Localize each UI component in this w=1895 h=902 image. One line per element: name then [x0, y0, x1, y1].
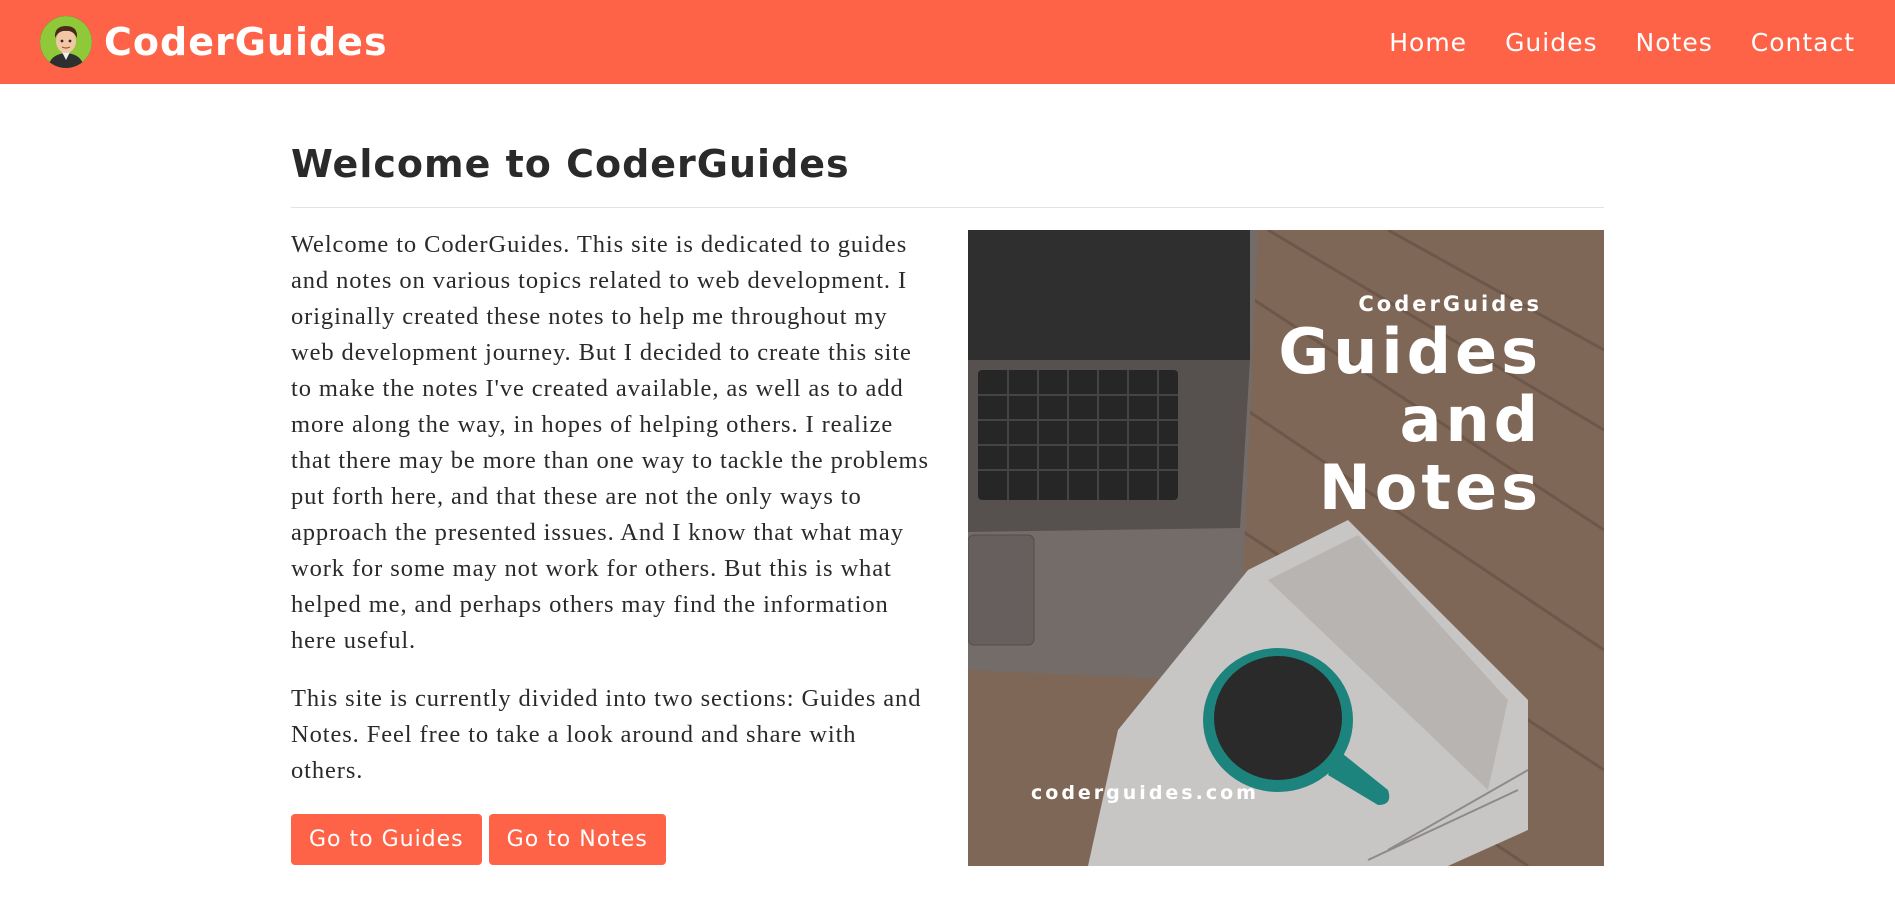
hero-text: CoderGuides Guides and Notes: [1278, 292, 1542, 520]
title-divider: [291, 207, 1604, 208]
hero-url: coderguides.com: [1031, 782, 1259, 804]
sections-paragraph: This site is currently divided into two …: [291, 685, 922, 784]
cta-buttons: Go to Guides Go to Notes: [291, 814, 666, 865]
page-title: Welcome to CoderGuides: [291, 142, 850, 186]
nav-link-contact[interactable]: Contact: [1751, 28, 1855, 57]
intro-paragraph: Welcome to CoderGuides. This site is ded…: [291, 231, 929, 654]
navbar: CoderGuides Home Guides Notes Contact: [0, 0, 1895, 84]
intro-text: Welcome to CoderGuides. This site is ded…: [291, 227, 929, 789]
brand-name: CoderGuides: [104, 20, 388, 64]
go-to-notes-button[interactable]: Go to Notes: [488, 814, 666, 865]
hero-line-guides: Guides: [1278, 315, 1542, 388]
hero-line-and: and: [1399, 383, 1542, 456]
nav-link-notes[interactable]: Notes: [1636, 28, 1713, 57]
nav-link-guides[interactable]: Guides: [1505, 28, 1597, 57]
avatar-logo-icon: [40, 16, 92, 68]
hero-image: CoderGuides Guides and Notes coderguides…: [968, 230, 1604, 866]
go-to-guides-button[interactable]: Go to Guides: [291, 814, 482, 865]
nav-link-home[interactable]: Home: [1389, 28, 1467, 57]
main-nav: Home Guides Notes Contact: [1389, 28, 1855, 57]
hero-small-title: CoderGuides: [1358, 292, 1542, 316]
brand-link[interactable]: CoderGuides: [40, 16, 388, 68]
hero-line-notes: Notes: [1318, 451, 1542, 524]
